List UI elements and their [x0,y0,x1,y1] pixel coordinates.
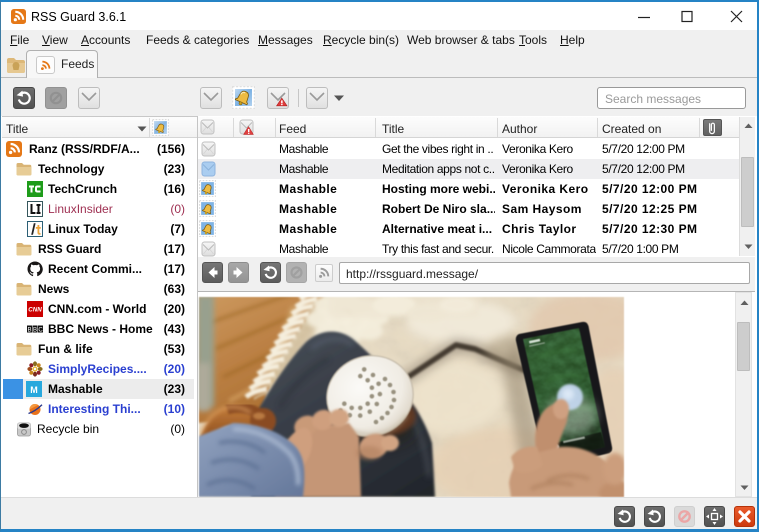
svg-text:B: B [33,327,37,333]
svg-text:B: B [27,327,31,333]
svg-text:C: C [38,327,43,333]
svg-text:M: M [30,385,38,395]
svg-text:CNN: CNN [28,307,42,314]
